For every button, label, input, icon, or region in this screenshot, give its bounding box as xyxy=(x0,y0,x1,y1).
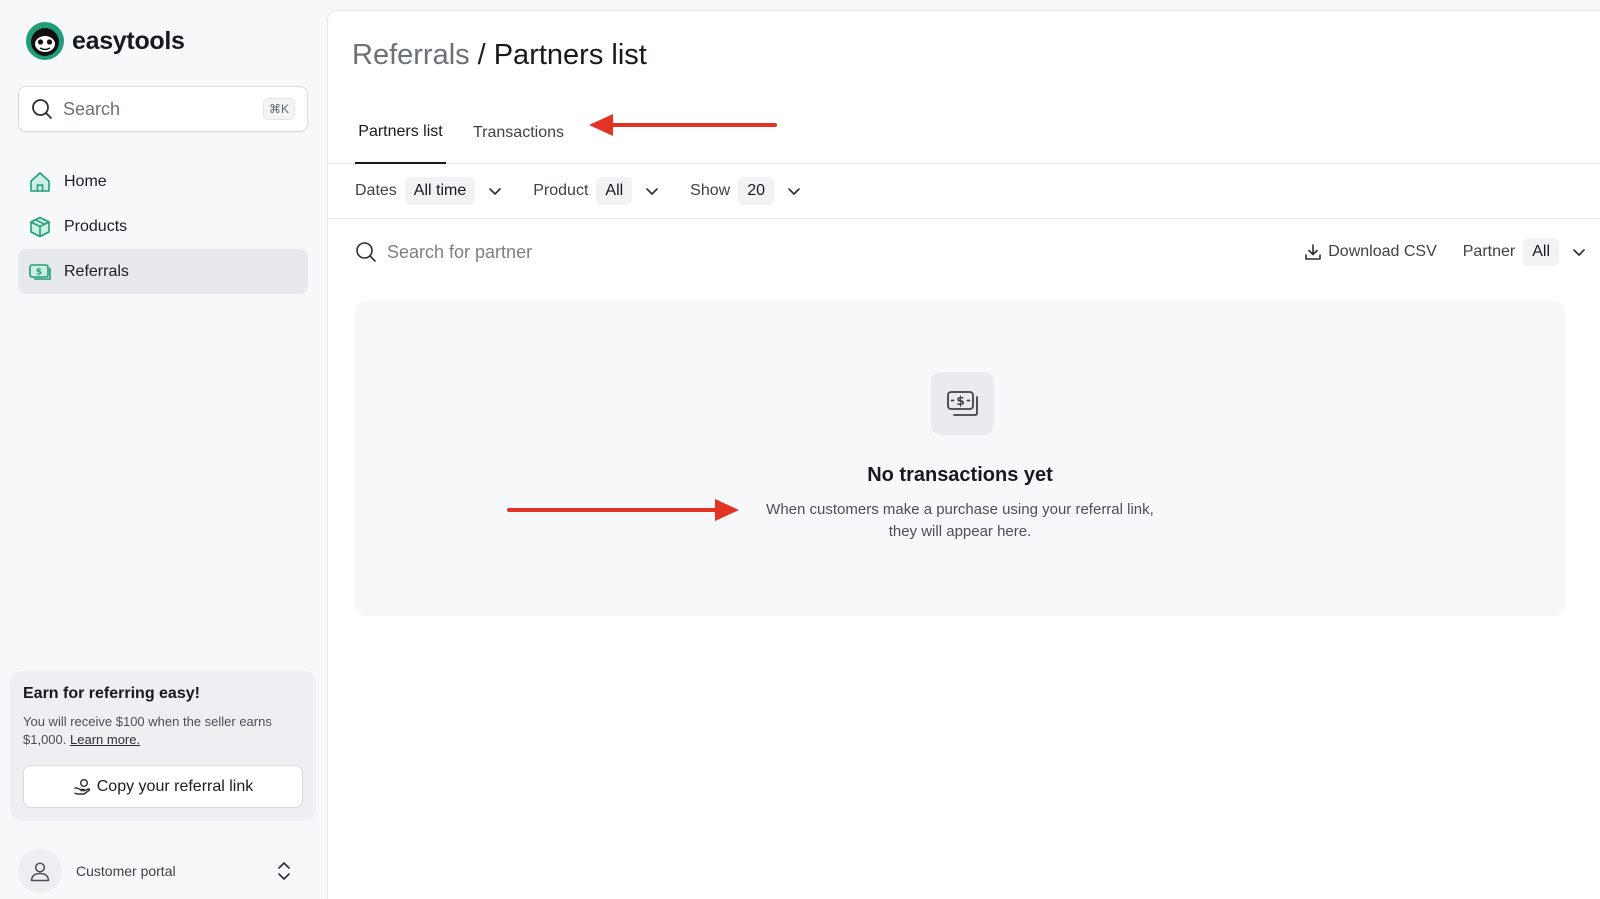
tab-partners-list[interactable]: Partners list xyxy=(355,101,446,164)
sidebar-item-label: Home xyxy=(64,172,107,190)
product-filter[interactable]: Product All xyxy=(533,177,660,205)
sidebar-item-products[interactable]: Products xyxy=(18,204,308,249)
sidebar-item-home[interactable]: Home xyxy=(18,159,308,204)
partner-search-input[interactable]: Search for partner xyxy=(355,241,1304,263)
empty-state-icon-box: $ xyxy=(931,372,994,435)
partner-search-placeholder: Search for partner xyxy=(387,241,533,262)
promo-description: You will receive $100 when the seller ea… xyxy=(23,714,272,747)
sidebar-item-label: Referrals xyxy=(64,262,129,280)
brand[interactable]: easytools xyxy=(26,22,185,60)
tab-transactions[interactable]: Transactions xyxy=(473,101,564,164)
show-filter-value[interactable]: 20 xyxy=(738,177,774,205)
app-window: easytools Search ⌘K Home Products $ Refe… xyxy=(0,0,1600,899)
tab-bar: Partners list Transactions xyxy=(328,101,1600,164)
breadcrumb-separator: / xyxy=(477,39,486,71)
partner-filter[interactable]: Partner All xyxy=(1463,238,1587,266)
dates-filter-value[interactable]: All time xyxy=(404,177,476,205)
promo-title: Earn for referring easy! xyxy=(23,685,200,702)
brand-name: easytools xyxy=(72,26,185,55)
partner-filter-value[interactable]: All xyxy=(1523,238,1559,266)
box-icon xyxy=(30,216,50,237)
logo-icon xyxy=(26,22,64,60)
search-icon xyxy=(356,242,376,262)
chevron-down-icon[interactable] xyxy=(1571,244,1587,260)
chevron-down-icon[interactable] xyxy=(786,183,802,199)
annotation-arrow-empty-state xyxy=(507,499,739,521)
avatar xyxy=(18,849,62,893)
copy-referral-label: Copy your referral link xyxy=(96,777,254,795)
money-icon: $ xyxy=(29,263,51,280)
home-icon xyxy=(30,171,50,192)
page-title: Partners list xyxy=(493,39,647,71)
learn-more-link[interactable]: Learn more. xyxy=(70,732,140,747)
search-icon xyxy=(32,99,52,119)
user-icon xyxy=(30,862,50,882)
sidebar-item-referrals[interactable]: $ Referrals xyxy=(18,249,308,294)
show-filter[interactable]: Show 20 xyxy=(690,177,802,205)
empty-state-line-2: they will appear here. xyxy=(888,523,1032,540)
product-filter-value[interactable]: All xyxy=(596,177,633,205)
empty-state-description: When customers make a purchase using you… xyxy=(710,499,1210,543)
chevron-down-icon[interactable] xyxy=(487,183,503,199)
sidebar-item-label: Products xyxy=(64,217,128,235)
empty-state-line-1: When customers make a purchase using you… xyxy=(766,501,1154,518)
product-filter-label: Product xyxy=(533,182,589,199)
breadcrumb-parent[interactable]: Referrals xyxy=(352,39,470,72)
svg-text:$: $ xyxy=(36,267,42,277)
empty-state-title: No transactions yet xyxy=(867,464,1053,486)
empty-state: $ No transactions yet When customers mak… xyxy=(355,301,1565,616)
partners-toolbar: Search for partner Download CSV Partner … xyxy=(328,219,1600,285)
annotation-arrow-transactions xyxy=(589,114,777,136)
download-icon xyxy=(1305,244,1322,260)
search-placeholder: Search xyxy=(63,98,121,119)
partner-filter-label: Partner xyxy=(1462,243,1516,260)
money-icon: $ xyxy=(946,390,978,416)
hand-coin-icon xyxy=(73,778,90,795)
portal-label: Customer portal xyxy=(76,863,176,879)
download-csv-label: Download CSV xyxy=(1328,243,1437,260)
breadcrumb: Referrals / Partners list xyxy=(352,39,647,72)
copy-referral-link-button[interactable]: Copy your referral link xyxy=(23,765,303,808)
show-filter-label: Show xyxy=(690,182,731,199)
sidebar-search-input[interactable]: Search ⌘K xyxy=(18,86,308,132)
download-csv-button[interactable]: Download CSV xyxy=(1304,243,1437,261)
referral-promo-card: Earn for referring easy! You will receiv… xyxy=(10,671,316,821)
shortcut-badge: ⌘K xyxy=(262,98,295,120)
promo-text: You will receive $100 when the seller ea… xyxy=(23,713,303,749)
dates-filter-label: Dates xyxy=(355,182,397,199)
filter-bar: Dates All time Product All Show 20 xyxy=(328,164,1600,219)
svg-text:$: $ xyxy=(956,394,964,408)
chevron-up-down-icon[interactable] xyxy=(276,861,292,881)
chevron-down-icon[interactable] xyxy=(644,183,660,199)
dates-filter[interactable]: Dates All time xyxy=(355,177,503,205)
main-panel: Referrals / Partners list Partners list … xyxy=(327,10,1600,899)
sidebar-nav: Home Products $ Referrals xyxy=(18,159,308,294)
sidebar: easytools Search ⌘K Home Products $ Refe… xyxy=(0,0,326,899)
customer-portal-switcher[interactable]: Customer portal xyxy=(18,849,308,893)
